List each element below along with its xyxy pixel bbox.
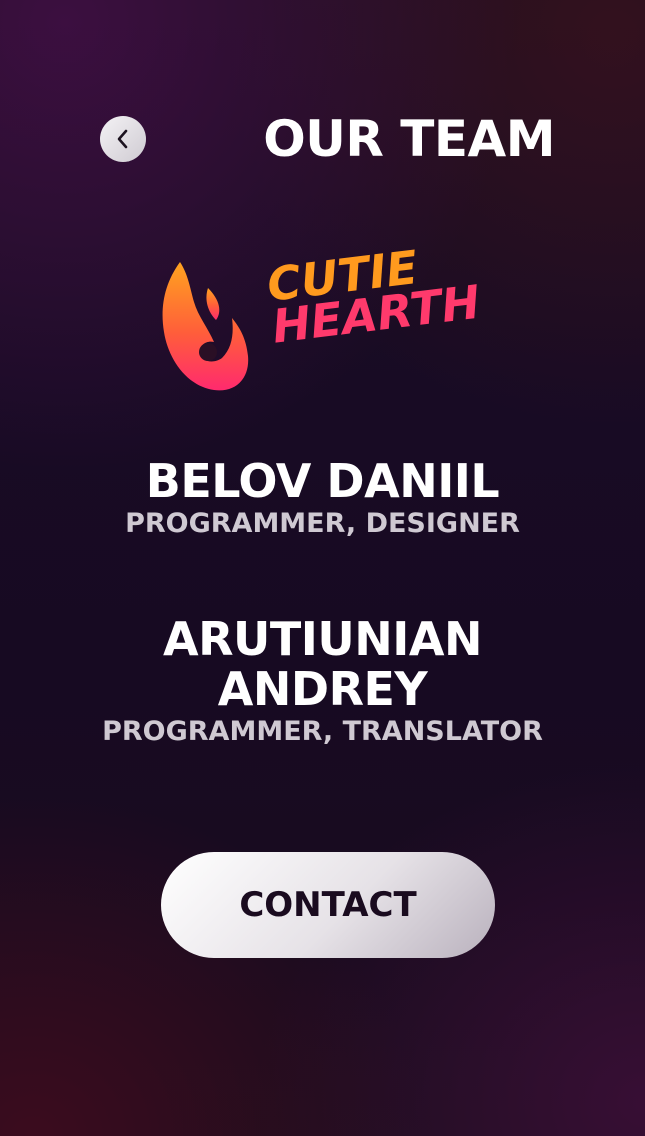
contact-button[interactable]: CONTACT (161, 852, 495, 958)
logo-wordmark: CUTIE HEARTH (264, 239, 483, 354)
back-button[interactable] (100, 116, 146, 162)
flame-icon (162, 262, 249, 391)
member-role: PROGRAMMER, DESIGNER (125, 508, 520, 539)
member-name: ARUTIUNIAN ANDREY (163, 612, 482, 716)
team-member-2: ARUTIUNIAN ANDREY PROGRAMMER, TRANSLATOR (0, 614, 645, 748)
member-role: PROGRAMMER, TRANSLATOR (102, 716, 543, 747)
team-member-1: BELOV DANIIL PROGRAMMER, DESIGNER (0, 456, 645, 540)
chevron-left-icon (117, 129, 128, 149)
page-title: OUR TEAM (263, 110, 555, 168)
member-name: BELOV DANIIL (145, 454, 500, 508)
cutie-hearth-logo: CUTIE HEARTH (158, 240, 503, 398)
